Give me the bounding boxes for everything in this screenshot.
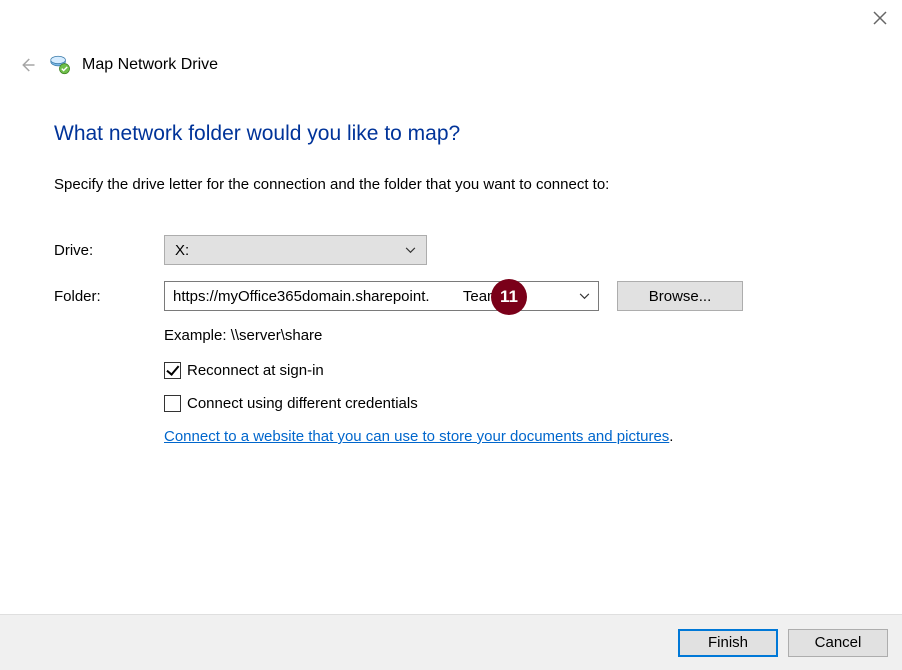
close-icon[interactable]	[872, 10, 888, 26]
diff-creds-label: Connect using different credentials	[187, 395, 418, 412]
folder-label: Folder:	[54, 288, 164, 305]
window-title: Map Network Drive	[82, 56, 218, 74]
annotation-badge: 11	[491, 279, 527, 315]
network-drive-icon	[48, 54, 70, 76]
instruction-text: Specify the drive letter for the connect…	[54, 176, 848, 193]
different-credentials-checkbox[interactable]: Connect using different credentials	[164, 395, 848, 412]
reconnect-checkbox[interactable]: Reconnect at sign-in	[164, 362, 848, 379]
cancel-button[interactable]: Cancel	[788, 629, 888, 657]
checkbox-icon	[164, 395, 181, 412]
folder-combo[interactable]: https://myOffice365domain.sharepoint. Te…	[164, 281, 599, 311]
dialog-footer: Finish Cancel	[0, 614, 902, 670]
example-text: Example: \\server\share	[164, 327, 848, 344]
reconnect-label: Reconnect at sign-in	[187, 362, 324, 379]
page-heading: What network folder would you like to ma…	[54, 122, 848, 146]
drive-label: Drive:	[54, 242, 164, 259]
connect-website-link[interactable]: Connect to a website that you can use to…	[164, 428, 669, 445]
chevron-down-icon	[573, 289, 590, 303]
browse-button[interactable]: Browse...	[617, 281, 743, 311]
drive-value: X:	[175, 242, 189, 259]
chevron-down-icon	[405, 243, 416, 257]
drive-select[interactable]: X:	[164, 235, 427, 265]
back-arrow-icon	[18, 56, 36, 74]
checkbox-icon	[164, 362, 181, 379]
finish-button[interactable]: Finish	[678, 629, 778, 657]
